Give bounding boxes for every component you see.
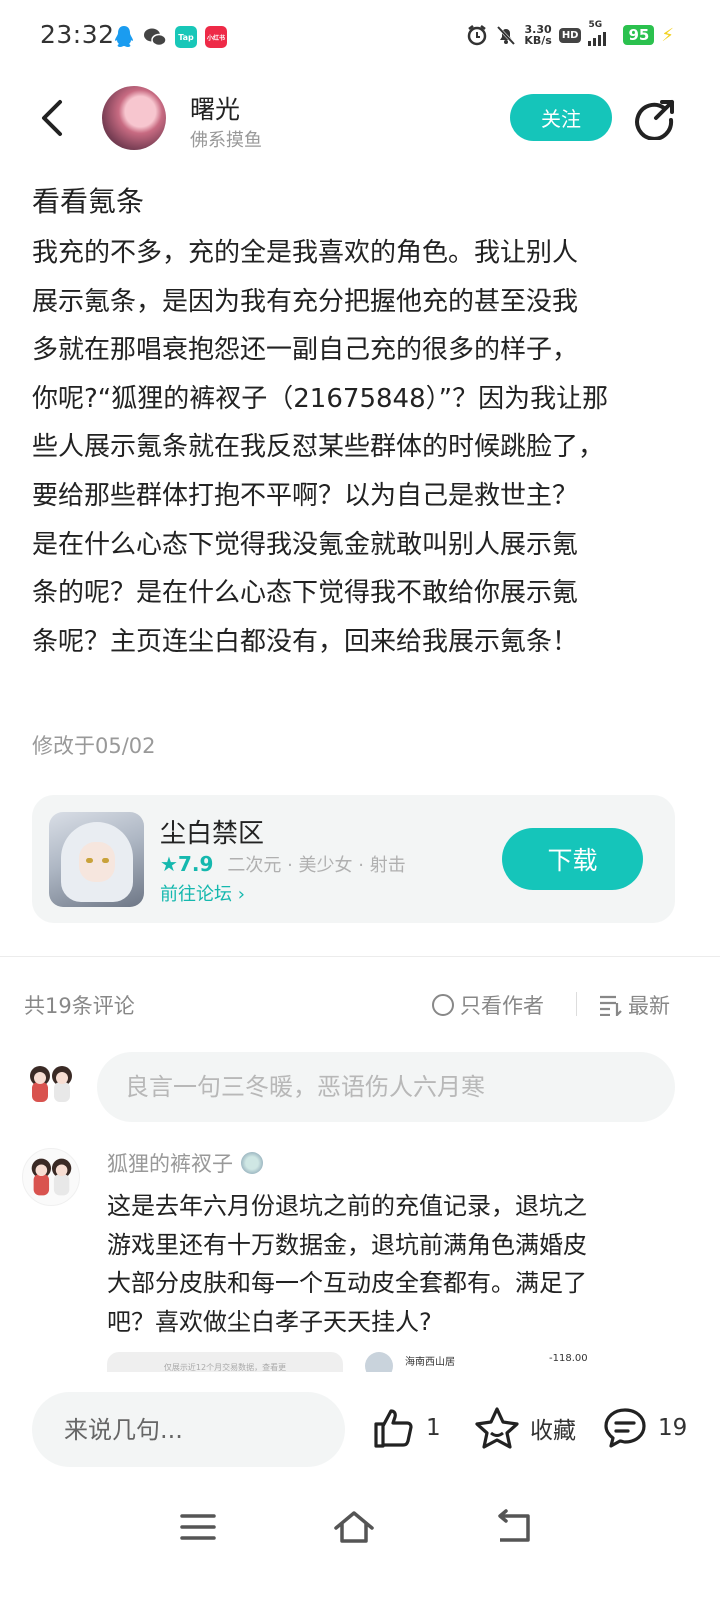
comment-input[interactable] [97,1052,675,1122]
post-content: 我充的不多，充的全是我喜欢的角色。我让别人 展示氪条，是因为我有充分把握他充的甚… [32,238,609,657]
radio-icon [432,994,454,1016]
favorite-icon [475,1407,519,1449]
xiaohongshu-icon: 小红书 [205,26,227,48]
system-status-icons: 3.30 KB/s HD 5G 95 ⚡ [466,20,674,47]
qq-icon [115,26,133,47]
network-speed: 3.30 KB/s [524,23,552,47]
sort-icon [600,995,622,1016]
home-icon[interactable] [332,1508,376,1546]
download-button[interactable]: 下载 [502,828,643,890]
wechat-icon [144,28,167,47]
game-icon[interactable] [49,812,144,907]
charging-icon: ⚡ [661,24,674,46]
sort-button[interactable]: 最新 [598,990,670,1020]
game-card[interactable]: 尘白禁区 ★7.9 二次元 · 美少女 · 射击 前往论坛 › 下载 [32,795,675,923]
game-score: ★7.9 [160,852,214,876]
transaction-amount: -118.00 [549,1353,588,1364]
filter-separator [576,992,577,1016]
comment-icon [604,1408,646,1448]
comment-image[interactable]: 仅展示近12个月交易数据，查看更 [107,1352,343,1372]
star-icon: ★ [160,852,178,876]
taptap-icon: Tap [175,26,197,48]
battery-level: 95 [623,25,655,45]
game-tags: 二次元 · 美少女 · 射击 [227,855,406,876]
commenter-name[interactable]: 狐狸的裤衩子 [107,1148,263,1178]
follow-button[interactable]: 关注 [510,94,612,141]
merchant-avatar [365,1352,393,1372]
author-avatar[interactable] [102,86,166,150]
commenter-avatar[interactable] [22,1148,80,1206]
game-meta: ★7.9 二次元 · 美少女 · 射击 [160,851,406,877]
merchant-name: 海南西山居 [405,1357,455,1368]
only-author-toggle[interactable]: 只看作者 [432,990,544,1020]
comment-images[interactable]: 仅展示近12个月交易数据，查看更 海南西山居 -118.00 [107,1352,667,1372]
comment-button[interactable]: 19 [602,1406,687,1450]
comment-count: 共19条评论 [24,994,135,1018]
mute-icon [497,25,516,46]
alarm-icon [468,25,487,46]
signal-icon: 5G [588,20,616,46]
section-divider [0,956,720,957]
author-tag: 佛系摸鱼 [190,130,262,151]
post-title: 看看氪条 [32,185,145,218]
hd-badge: HD [558,27,582,43]
game-name[interactable]: 尘白禁区 [160,813,264,850]
chevron-right-icon: › [237,884,245,905]
like-icon [374,1409,413,1448]
share-icon[interactable] [634,98,676,140]
reply-input[interactable] [32,1392,345,1467]
user-badge-icon [241,1152,263,1174]
comment-text: 这是去年六月份退坑之前的充值记录，退坑之 游戏里还有十万数据金，退坑前满角色满婚… [107,1192,587,1336]
status-time: 23:32 [40,20,115,49]
status-bar: 23:32 Tap 小红书 3.30 KB/s HD 5G 95 ⚡ [0,0,720,76]
post-modified-date: 修改于05/02 [32,734,156,758]
post-header: 曙光 佛系摸鱼 关注 [0,84,720,154]
back-icon[interactable] [34,96,74,140]
system-nav-bar [0,1488,720,1600]
notification-icons: Tap 小红书 [113,25,227,49]
return-icon[interactable] [490,1508,534,1546]
like-button[interactable]: 1 [372,1406,441,1450]
forum-link[interactable]: 前往论坛 › [160,880,245,906]
author-name[interactable]: 曙光 [190,90,240,126]
favorite-button[interactable]: 收藏 [474,1406,576,1450]
current-user-avatar [30,1066,72,1102]
menu-icon[interactable] [176,1508,220,1546]
bottom-action-bar: 1 收藏 19 [0,1372,720,1488]
